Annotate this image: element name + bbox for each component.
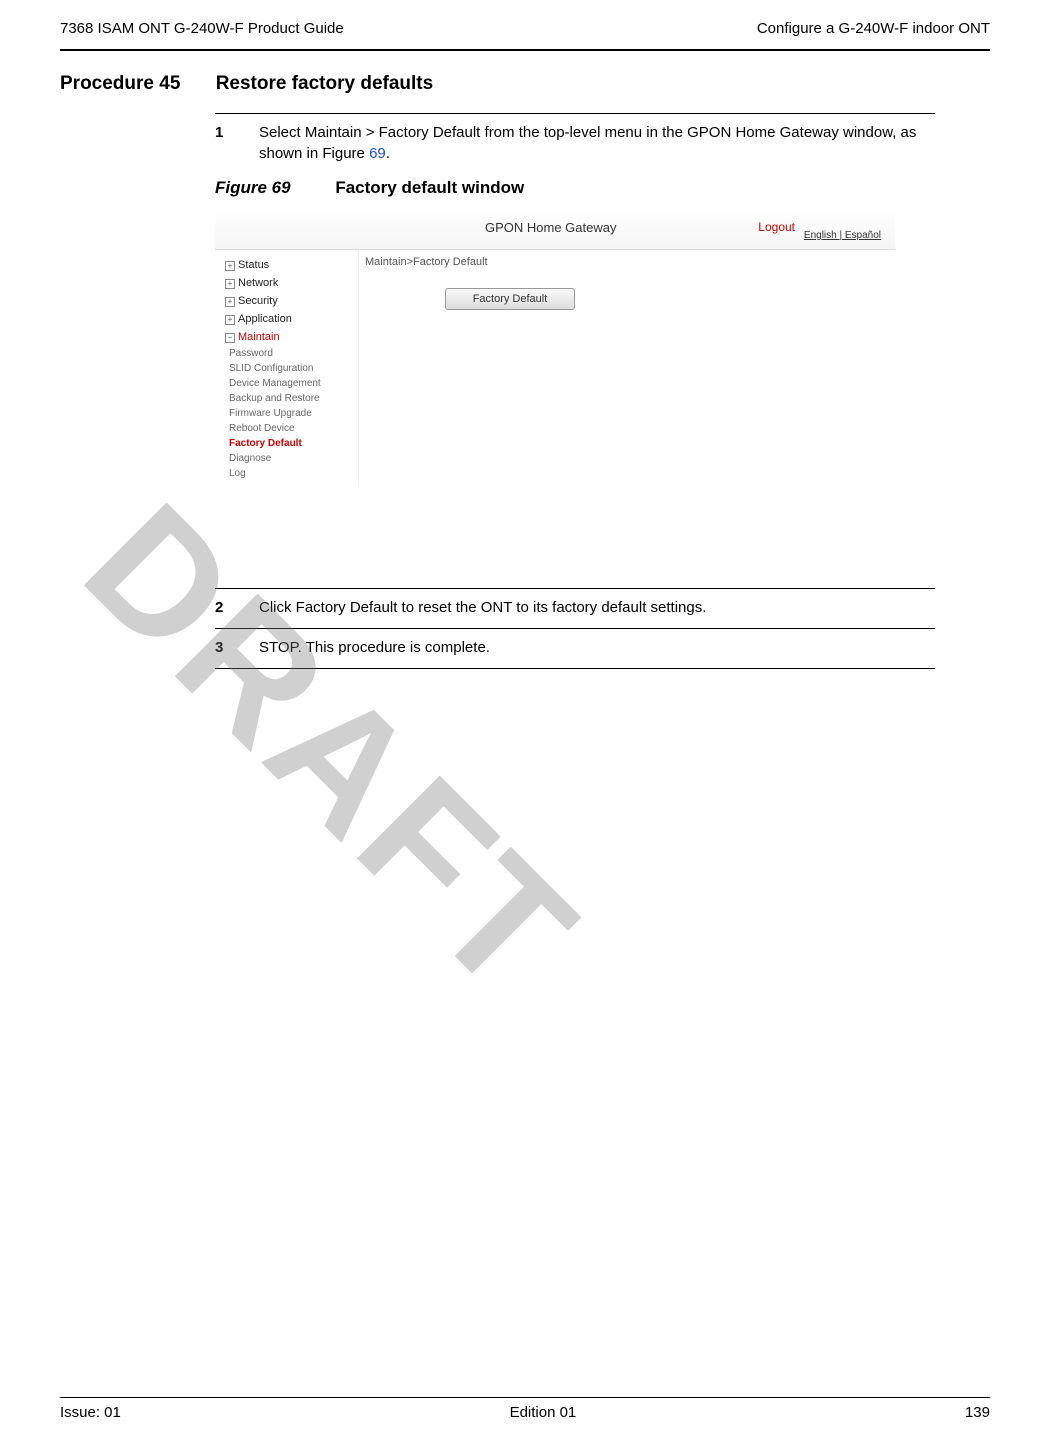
sidebar-sub-diagnose[interactable]: Diagnose	[223, 451, 354, 466]
step-1-number: 1	[215, 122, 229, 164]
step-rule-end	[215, 668, 935, 669]
sidebar-sub-firmware[interactable]: Firmware Upgrade	[223, 406, 354, 421]
sidebar-sub-factory[interactable]: Factory Default	[223, 436, 354, 451]
footer-issue: Issue: 01	[60, 1404, 121, 1421]
step-1: 1 Select Maintain > Factory Default from…	[215, 122, 935, 164]
footer: Issue: 01 Edition 01 139	[60, 1397, 990, 1421]
sidebar-sub-backup[interactable]: Backup and Restore	[223, 391, 354, 406]
sidebar-item-security[interactable]: +Security	[223, 292, 354, 310]
collapse-icon[interactable]: −	[225, 333, 235, 343]
step-rule-1	[215, 113, 935, 114]
step-1-suffix: .	[386, 145, 390, 162]
ss-app-title: GPON Home Gateway	[485, 220, 617, 235]
procedure-name: Restore factory defaults	[216, 73, 434, 94]
screenshot: GPON Home Gateway Logout English | Españ…	[215, 208, 895, 578]
header-right: Configure a G-240W-F indoor ONT	[757, 20, 990, 37]
footer-rule	[60, 1397, 990, 1398]
procedure-title: Procedure 45 Restore factory defaults	[60, 73, 990, 103]
step-1-prefix: Select Maintain > Factory Default from t…	[259, 124, 916, 162]
step-2-text: Click Factory Default to reset the ONT t…	[259, 597, 706, 618]
figure-title: Factory default window	[335, 178, 524, 197]
sidebar-item-status[interactable]: +Status	[223, 256, 354, 274]
sidebar-item-network[interactable]: +Network	[223, 274, 354, 292]
sidebar-sub-device[interactable]: Device Management	[223, 376, 354, 391]
factory-default-button[interactable]: Factory Default	[445, 288, 575, 310]
step-2: 2 Click Factory Default to reset the ONT…	[215, 597, 935, 618]
expand-icon[interactable]: +	[225, 297, 235, 307]
procedure-number: Procedure 45	[60, 73, 180, 94]
figure-caption: Figure 69 Factory default window	[215, 178, 935, 198]
step-2-number: 2	[215, 597, 229, 618]
sidebar-sub-password[interactable]: Password	[223, 346, 354, 361]
figure-link[interactable]: 69	[369, 145, 386, 162]
step-rule-2	[215, 588, 935, 589]
top-header: 7368 ISAM ONT G-240W-F Product Guide Con…	[60, 20, 990, 45]
sidebar-label: Security	[238, 295, 278, 307]
sidebar-label: Status	[238, 259, 269, 271]
expand-icon[interactable]: +	[225, 315, 235, 325]
footer-row: Issue: 01 Edition 01 139	[60, 1404, 990, 1421]
footer-page: 139	[965, 1404, 990, 1421]
sidebar-item-application[interactable]: +Application	[223, 310, 354, 328]
ss-header-bar: GPON Home Gateway Logout English | Españ…	[215, 208, 895, 250]
sidebar-label: Maintain	[238, 331, 280, 343]
page: 7368 ISAM ONT G-240W-F Product Guide Con…	[0, 0, 1050, 1441]
step-3-text: STOP. This procedure is complete.	[259, 637, 490, 658]
expand-icon[interactable]: +	[225, 279, 235, 289]
sidebar-sub-slid[interactable]: SLID Configuration	[223, 361, 354, 376]
logout-link[interactable]: Logout	[758, 220, 795, 234]
content: 1 Select Maintain > Factory Default from…	[215, 113, 935, 669]
header-left: 7368 ISAM ONT G-240W-F Product Guide	[60, 20, 344, 37]
sidebar-item-maintain[interactable]: −Maintain	[223, 328, 354, 346]
step-3: 3 STOP. This procedure is complete.	[215, 637, 935, 658]
footer-edition: Edition 01	[510, 1404, 577, 1421]
expand-icon[interactable]: +	[225, 261, 235, 271]
sidebar-sub-reboot[interactable]: Reboot Device	[223, 421, 354, 436]
sidebar-label: Network	[238, 277, 278, 289]
language-toggle[interactable]: English | Español	[804, 230, 881, 241]
figure-number: Figure 69	[215, 178, 291, 197]
step-rule-3	[215, 628, 935, 629]
sidebar: +Status +Network +Security +Application …	[219, 250, 359, 487]
step-3-number: 3	[215, 637, 229, 658]
breadcrumb: Maintain>Factory Default	[365, 256, 488, 268]
sidebar-sub-log[interactable]: Log	[223, 466, 354, 481]
header-rule	[60, 49, 990, 51]
step-1-text: Select Maintain > Factory Default from t…	[259, 122, 935, 164]
sidebar-label: Application	[238, 313, 292, 325]
